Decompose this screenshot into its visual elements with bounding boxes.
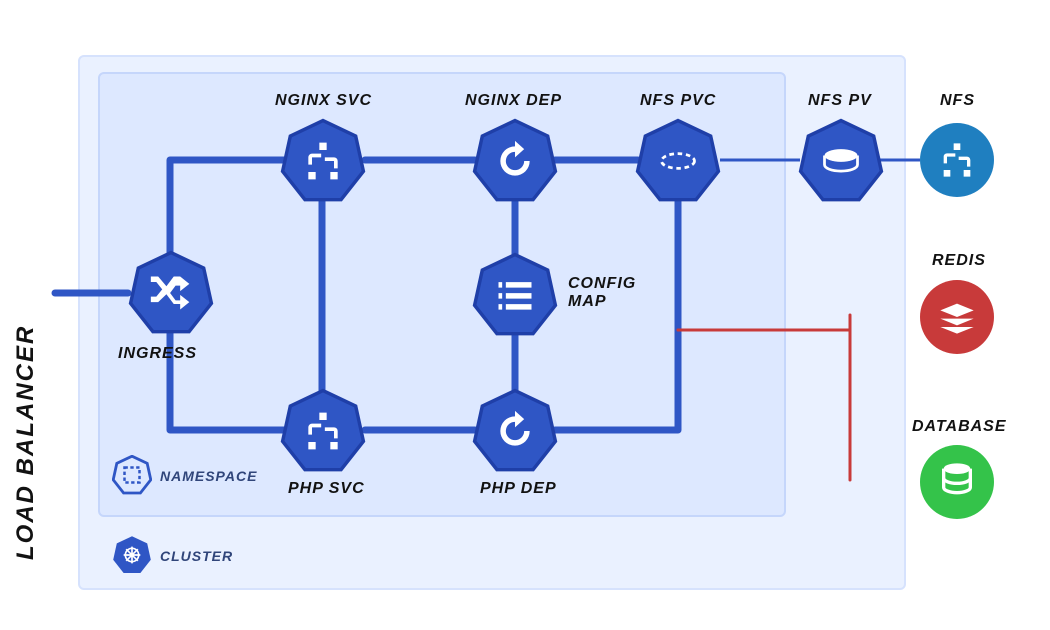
nfs-pvc-label: NFS PVC: [640, 92, 716, 110]
nginx-svc-node: [280, 118, 366, 204]
ingress-label: INGRESS: [118, 345, 197, 363]
cluster-legend-icon: [112, 535, 152, 575]
db-icon: [937, 462, 977, 502]
pv-icon: [819, 139, 863, 183]
database-node: [920, 445, 994, 519]
sitemap-icon: [301, 139, 345, 183]
configmap-node: [472, 252, 558, 338]
diagram-stage: LOAD BALANCER INGRESS NGINX SVC: [0, 0, 1050, 630]
helm-wheel-icon: [122, 545, 142, 565]
nfs-pvc-node: [635, 118, 721, 204]
php-dep-label: PHP DEP: [480, 480, 557, 498]
redis-label: REDIS: [932, 252, 986, 270]
configmap-label: CONFIG MAP: [568, 275, 648, 310]
php-svc-label: PHP SVC: [288, 480, 365, 498]
cycle-icon: [493, 409, 537, 453]
php-dep-node: [472, 388, 558, 474]
php-svc-node: [280, 388, 366, 474]
ingress-node: [128, 250, 214, 336]
nfs-pv-label: NFS PV: [808, 92, 872, 110]
sitemap-icon: [937, 140, 977, 180]
load-balancer-label: LOAD BALANCER: [12, 325, 40, 560]
shuffle-icon: [149, 271, 193, 315]
cycle-icon: [493, 139, 537, 183]
list-icon: [493, 273, 537, 317]
namespace-legend-label: NAMESPACE: [160, 468, 257, 484]
nfs-pv-node: [798, 118, 884, 204]
redis-node: [920, 280, 994, 354]
nfs-external-node: [920, 123, 994, 197]
nginx-dep-label: NGINX DEP: [465, 92, 562, 110]
namespace-legend-icon: [112, 455, 152, 495]
redis-icon: [937, 297, 977, 337]
nginx-dep-node: [472, 118, 558, 204]
nfs-external-label: NFS: [940, 92, 975, 110]
nginx-svc-label: NGINX SVC: [275, 92, 372, 110]
dashed-square-icon: [122, 465, 142, 485]
database-label: DATABASE: [912, 418, 1007, 436]
sitemap-icon: [301, 409, 345, 453]
pvc-icon: [656, 139, 700, 183]
cluster-legend-label: CLUSTER: [160, 548, 233, 564]
